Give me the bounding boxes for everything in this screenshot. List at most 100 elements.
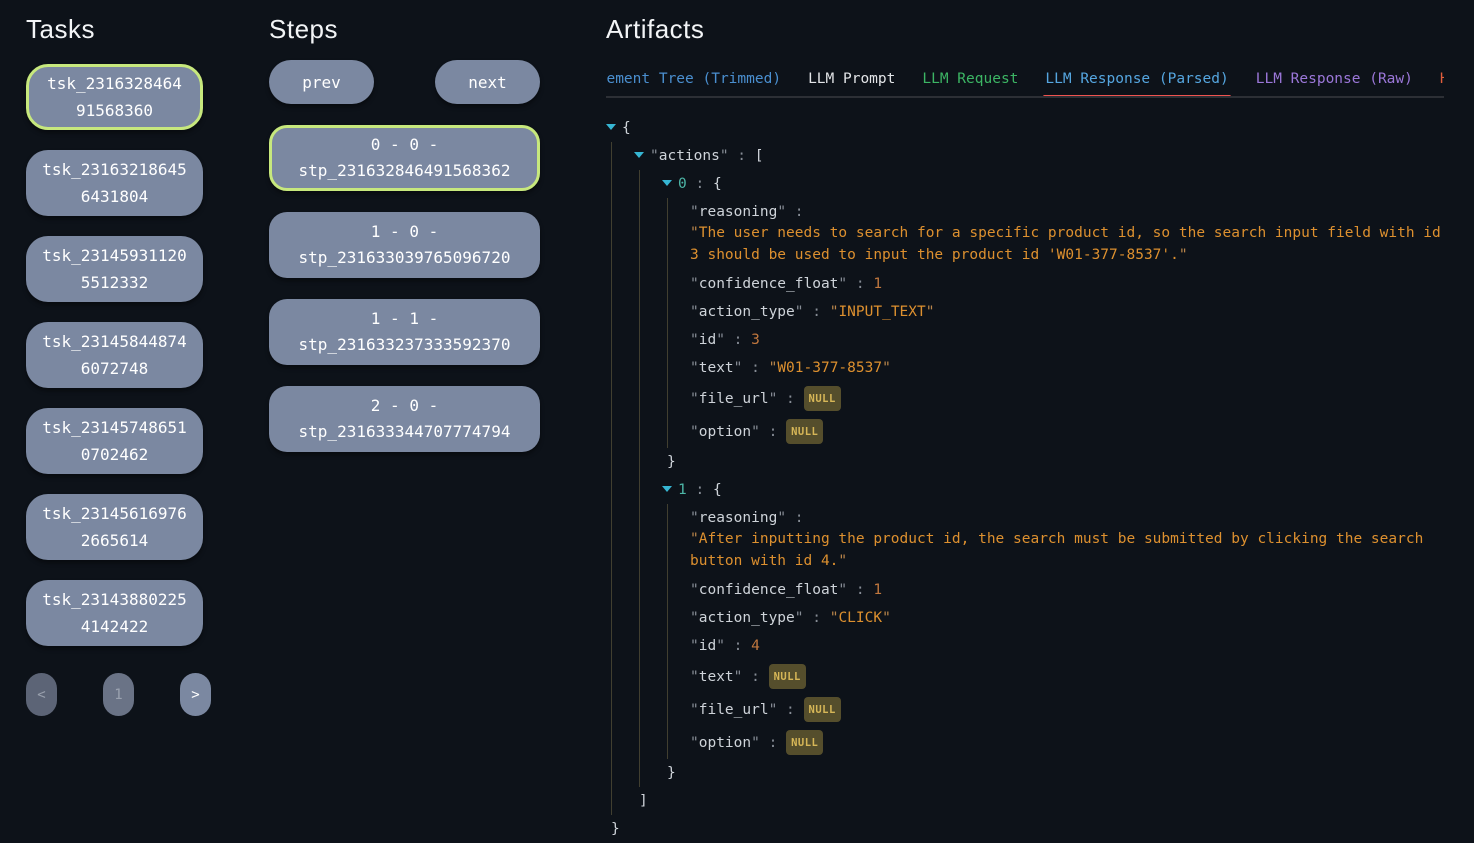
null-badge: NULL bbox=[786, 730, 823, 755]
tasks-current-page-button[interactable]: 1 bbox=[103, 673, 134, 716]
tab-element-tree-trimmed[interactable]: Element Tree (Trimmed) bbox=[606, 68, 781, 96]
step-list: 0 - 0 -stp_231632846491568362 1 - 0 -stp_… bbox=[269, 125, 540, 452]
step-button[interactable]: 2 - 0 -stp_231633344707774794 bbox=[269, 386, 540, 452]
json-token: : bbox=[687, 176, 713, 192]
step-next-button[interactable]: next bbox=[435, 60, 540, 104]
json-node-close: } bbox=[667, 759, 1444, 787]
json-key: confidence_float bbox=[699, 276, 839, 292]
null-badge: NULL bbox=[786, 419, 823, 444]
tab-llm-request[interactable]: LLM Request bbox=[922, 68, 1018, 96]
json-entry: "id" : 4 bbox=[690, 632, 1444, 660]
tab-llm-response-raw[interactable]: LLM Response (Raw) bbox=[1256, 68, 1413, 96]
json-node-header: { bbox=[606, 114, 1444, 142]
json-entry: "id" : 3 bbox=[690, 326, 1444, 354]
json-key: file_url bbox=[699, 702, 769, 718]
null-badge: NULL bbox=[769, 664, 806, 689]
json-token: " bbox=[795, 304, 804, 320]
json-token: : bbox=[742, 360, 768, 376]
json-token: " bbox=[926, 304, 935, 320]
json-token: " bbox=[650, 148, 659, 164]
task-button[interactable]: tsk_231438802254142422 bbox=[26, 580, 203, 646]
step-button-prefix: 2 - 0 - bbox=[277, 393, 532, 419]
json-string-value: W01-377-8537 bbox=[777, 360, 882, 376]
step-button-id: stp_231633237333592370 bbox=[277, 332, 532, 358]
json-children: 0 : {"reasoning" : "The user needs to se… bbox=[639, 170, 1444, 787]
step-button-id: stp_231632846491568362 bbox=[280, 158, 529, 184]
json-token: : bbox=[786, 510, 803, 526]
json-children: "reasoning" : "The user needs to search … bbox=[667, 198, 1444, 448]
tab-html-raw[interactable]: Html (Raw) bbox=[1440, 68, 1444, 96]
null-badge: NULL bbox=[804, 697, 841, 722]
open-bracket: { bbox=[713, 176, 722, 192]
json-token: " bbox=[751, 424, 760, 440]
json-token: : bbox=[804, 304, 830, 320]
json-key: actions bbox=[659, 148, 720, 164]
json-children: "actions" : [0 : {"reasoning" : "The use… bbox=[611, 142, 1444, 815]
json-token: : bbox=[847, 582, 873, 598]
tasks-prev-page-button[interactable]: < bbox=[26, 673, 57, 716]
json-token: " bbox=[690, 304, 699, 320]
open-bracket: { bbox=[622, 120, 631, 136]
open-bracket: { bbox=[713, 482, 722, 498]
json-token: After inputting the product id, the sear… bbox=[690, 531, 1423, 569]
json-number-value: 4 bbox=[751, 638, 760, 654]
json-key: text bbox=[699, 669, 734, 685]
step-prev-button[interactable]: prev bbox=[269, 60, 374, 104]
task-button[interactable]: tsk_231456169762665614 bbox=[26, 494, 203, 560]
tab-llm-prompt[interactable]: LLM Prompt bbox=[808, 68, 895, 96]
json-token: " bbox=[1179, 247, 1188, 263]
collapse-arrow-icon[interactable] bbox=[662, 174, 678, 194]
json-key: id bbox=[699, 638, 716, 654]
json-token: : bbox=[687, 482, 713, 498]
json-node-header: "actions" : [ bbox=[634, 142, 1444, 170]
json-key: text bbox=[699, 360, 734, 376]
task-button[interactable]: tsk_231459311205512332 bbox=[26, 236, 203, 302]
json-entry: "file_url" : NULL bbox=[690, 382, 1444, 415]
json-token: " bbox=[777, 204, 786, 220]
task-button[interactable]: tsk_231632846491568360 bbox=[26, 64, 203, 130]
task-button[interactable]: tsk_231457486510702462 bbox=[26, 408, 203, 474]
json-token: " bbox=[716, 638, 725, 654]
json-string-value: "The user needs to search for a specific… bbox=[690, 222, 1444, 266]
step-button[interactable]: 0 - 0 -stp_231632846491568362 bbox=[269, 125, 540, 191]
json-children: "reasoning" : "After inputting the produ… bbox=[667, 504, 1444, 759]
json-token: " bbox=[690, 225, 699, 241]
json-node-header: 0 : { bbox=[662, 170, 1444, 198]
step-button[interactable]: 1 - 1 -stp_231633237333592370 bbox=[269, 299, 540, 365]
tab-llm-response-parsed[interactable]: LLM Response (Parsed) bbox=[1045, 68, 1228, 96]
json-node: 0 : {"reasoning" : "The user needs to se… bbox=[662, 170, 1444, 476]
json-entry: "reasoning" : "The user needs to search … bbox=[690, 198, 1444, 270]
json-node: {"actions" : [0 : {"reasoning" : "The us… bbox=[606, 114, 1444, 843]
json-node-close: ] bbox=[639, 787, 1444, 815]
collapse-arrow-icon[interactable] bbox=[606, 118, 622, 138]
json-token: " bbox=[720, 148, 729, 164]
json-node: 1 : {"reasoning" : "After inputting the … bbox=[662, 476, 1444, 787]
json-token: " bbox=[690, 424, 699, 440]
json-number-value: 3 bbox=[751, 332, 760, 348]
task-button[interactable]: tsk_231632186456431804 bbox=[26, 150, 203, 216]
json-key: reasoning bbox=[699, 510, 778, 526]
collapse-arrow-icon[interactable] bbox=[662, 480, 678, 500]
json-entry: "option" : NULL bbox=[690, 726, 1444, 759]
json-token: " bbox=[690, 582, 699, 598]
task-button[interactable]: tsk_231458448746072748 bbox=[26, 322, 203, 388]
json-node-close: } bbox=[667, 448, 1444, 476]
json-token: " bbox=[690, 276, 699, 292]
json-token: : bbox=[760, 735, 786, 751]
json-number-value: 1 bbox=[873, 582, 882, 598]
json-token: " bbox=[882, 610, 891, 626]
json-token: " bbox=[716, 332, 725, 348]
json-token: " bbox=[769, 702, 778, 718]
json-token: " bbox=[838, 553, 847, 569]
json-token: The user needs to search for a specific … bbox=[690, 225, 1441, 263]
collapse-arrow-icon[interactable] bbox=[634, 146, 650, 166]
json-entry: "confidence_float" : 1 bbox=[690, 576, 1444, 604]
json-node-header: 1 : { bbox=[662, 476, 1444, 504]
tasks-pagination: < 1 > bbox=[26, 673, 211, 716]
json-key-row: "reasoning" : bbox=[690, 202, 1444, 222]
step-button-prefix: 0 - 0 - bbox=[280, 132, 529, 158]
step-button[interactable]: 1 - 0 -stp_231633039765096720 bbox=[269, 212, 540, 278]
json-token: : bbox=[760, 424, 786, 440]
tasks-next-page-button[interactable]: > bbox=[180, 673, 211, 716]
tasks-panel: Tasks tsk_231632846491568360tsk_23163218… bbox=[26, 14, 203, 716]
